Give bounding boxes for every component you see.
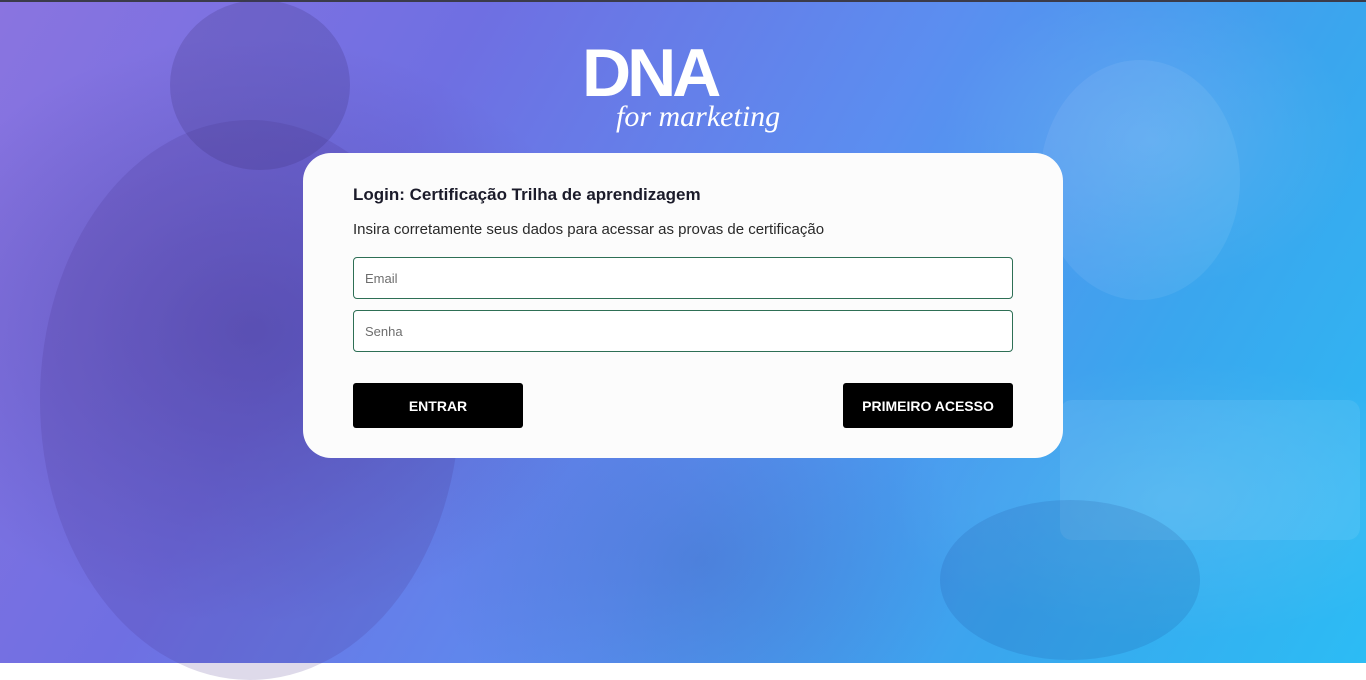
email-field[interactable]	[353, 257, 1013, 299]
login-title: Login: Certificação Trilha de aprendizag…	[353, 185, 701, 204]
background-figure-head	[170, 0, 350, 170]
first-access-button[interactable]: PRIMEIRO ACESSO	[843, 383, 1013, 428]
enter-button[interactable]: ENTRAR	[353, 383, 523, 428]
login-subtitle: Insira corretamente seus dados para aces…	[353, 221, 825, 238]
password-field[interactable]	[353, 310, 1013, 352]
background-figure-right	[1040, 60, 1240, 300]
background-laptop	[1060, 400, 1360, 540]
dna-logo: DNA for marketing	[582, 38, 780, 133]
logo-sub-text: for marketing	[616, 100, 780, 133]
login-card: Login: Certificação Trilha de aprendizag…	[303, 153, 1063, 458]
background-hands	[940, 500, 1200, 660]
